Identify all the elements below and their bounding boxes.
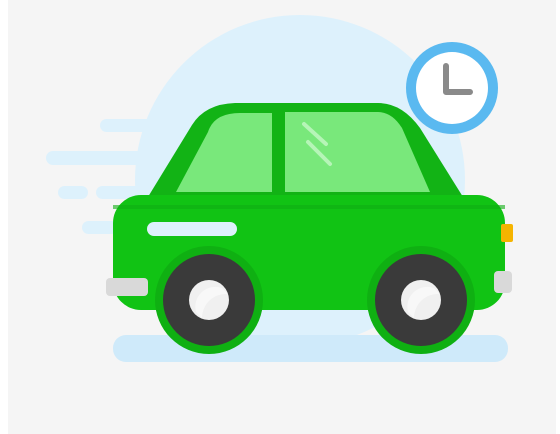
wheel-rear xyxy=(163,254,255,346)
head-light xyxy=(501,224,513,242)
rear-bumper xyxy=(106,278,148,296)
clock-icon xyxy=(406,42,498,134)
side-stripe xyxy=(147,222,237,236)
car-illustration xyxy=(46,15,513,362)
front-bumper xyxy=(494,271,512,293)
door-trim xyxy=(113,205,505,209)
wheel-front xyxy=(375,254,467,346)
illustration-canvas xyxy=(0,0,560,434)
